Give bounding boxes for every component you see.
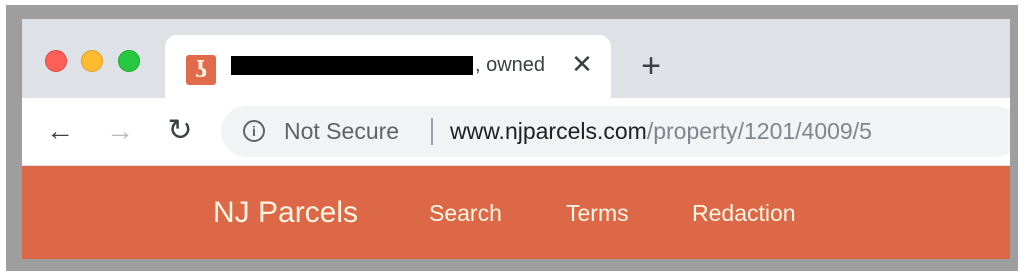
nav-link-redaction[interactable]: Redaction (692, 197, 796, 229)
back-arrow-icon[interactable]: ← (43, 114, 77, 148)
tab-strip: ʖ , owned ✕ + (22, 19, 1010, 98)
close-tab-icon[interactable]: ✕ (568, 49, 596, 79)
window-minimize-button[interactable] (81, 50, 103, 72)
nav-link-search[interactable]: Search (429, 197, 502, 229)
info-icon[interactable]: i (243, 120, 265, 142)
browser-window: ʖ , owned ✕ + ← → ↻ i Not Secure www.njp… (22, 19, 1010, 259)
security-status-label[interactable]: Not Secure (284, 116, 399, 146)
browser-toolbar: ← → ↻ i Not Secure www.njparcels.com/pro… (22, 98, 1010, 166)
active-tab[interactable]: ʖ , owned ✕ (165, 35, 611, 98)
reload-icon[interactable]: ↻ (163, 114, 197, 148)
site-navbar: NJ Parcels Search Terms Redaction (22, 166, 1010, 259)
address-divider (431, 118, 433, 145)
url-host: www.njparcels.com (450, 118, 647, 144)
nj-state-shape-icon: ʖ (194, 57, 208, 83)
address-bar[interactable]: i Not Secure www.njparcels.com/property/… (221, 106, 1010, 157)
nj-parcels-logo-icon: ʖ (186, 55, 216, 85)
tab-title-fade (545, 50, 567, 80)
redacted-text-bar (231, 56, 473, 75)
forward-arrow-icon[interactable]: → (103, 114, 137, 148)
site-brand-link[interactable]: NJ Parcels (213, 193, 358, 233)
url-text[interactable]: www.njparcels.com/property/1201/4009/5 (450, 116, 872, 146)
new-tab-button[interactable]: + (634, 49, 668, 85)
window-zoom-button[interactable] (118, 50, 140, 72)
url-path: /property/1201/4009/5 (646, 118, 872, 144)
nav-link-terms[interactable]: Terms (566, 197, 629, 229)
window-close-button[interactable] (45, 50, 67, 72)
